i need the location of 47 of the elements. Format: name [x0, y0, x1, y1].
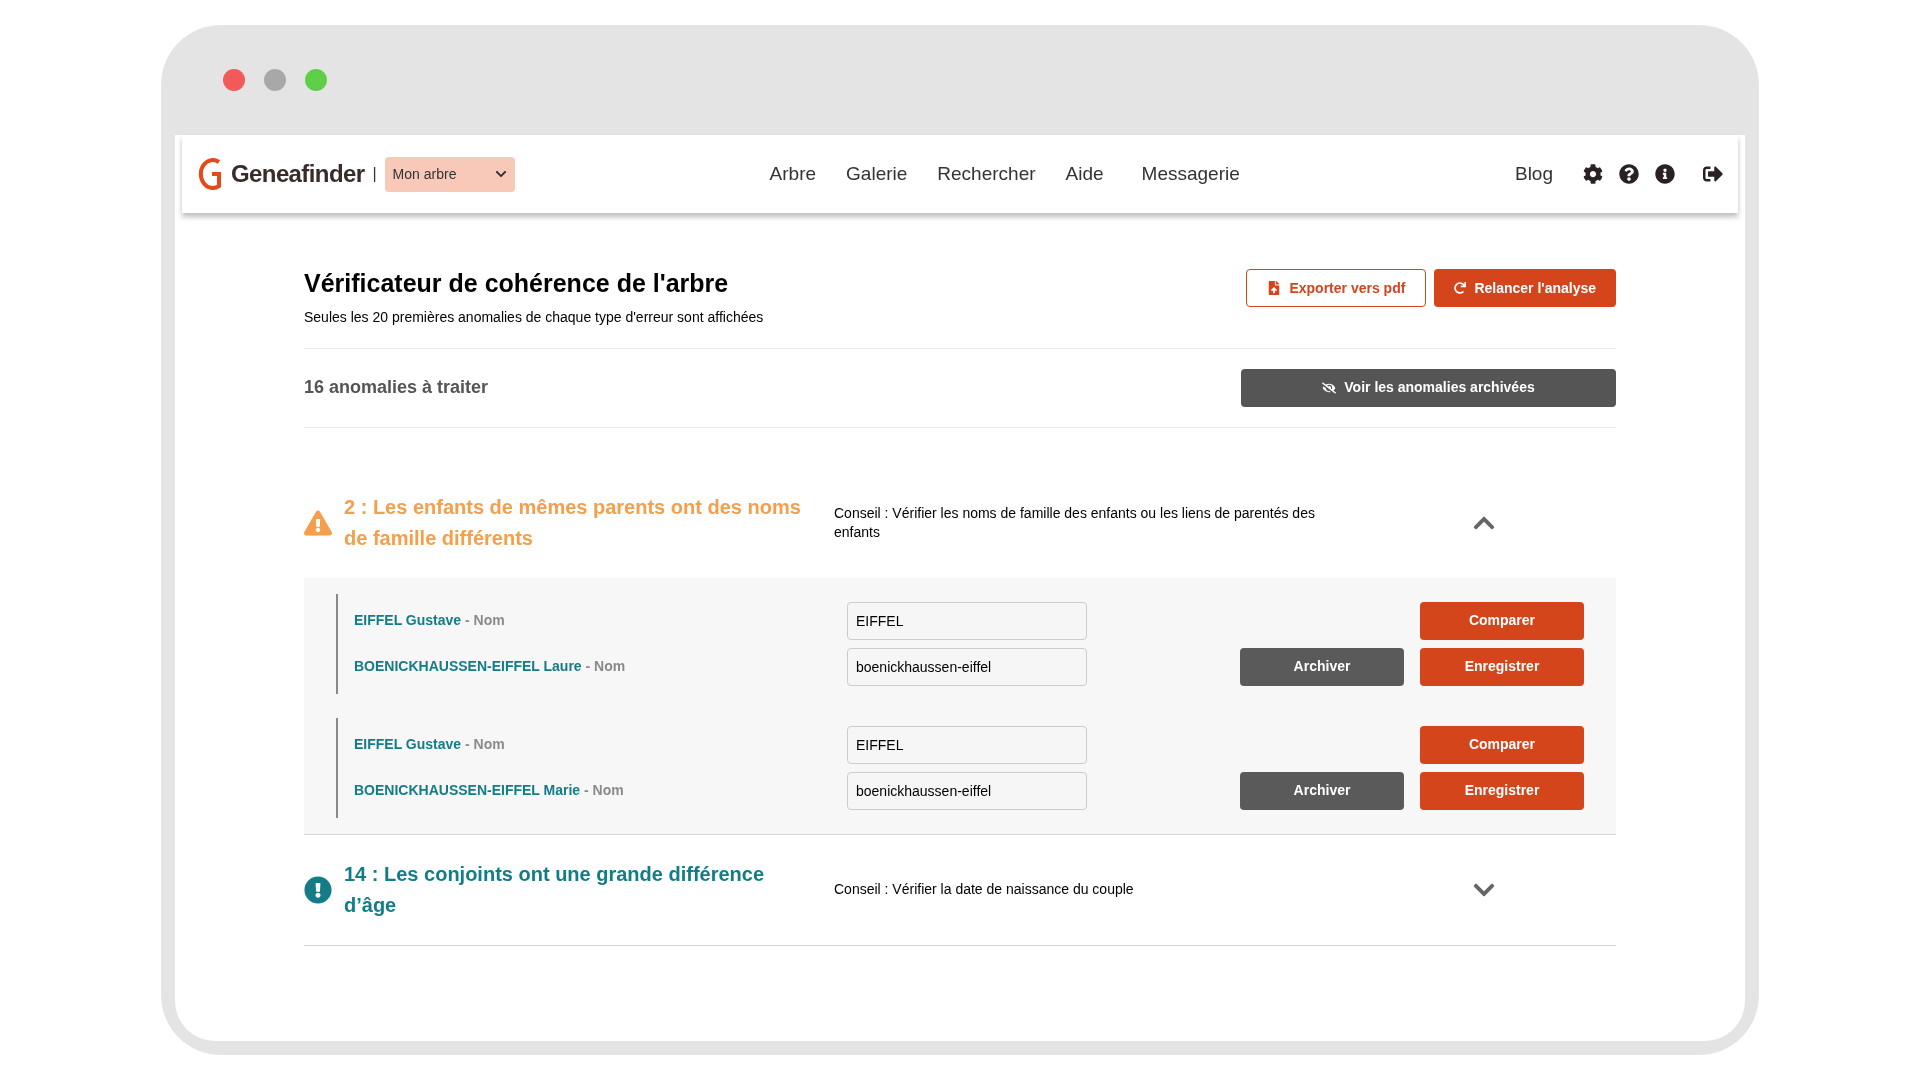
input-field[interactable]: boenickhaussen-eiffel: [847, 771, 1087, 810]
tree-select[interactable]: Mon arbre: [384, 156, 515, 192]
rerun-button[interactable]: Relancer l'analyse: [1434, 269, 1616, 307]
separator: |: [372, 164, 377, 184]
field-label: - Nom: [465, 612, 505, 628]
brand-name: Geneafinder: [231, 159, 365, 189]
page-title: Vérificateur de cohérence de l'arbre: [304, 268, 730, 299]
primary-button[interactable]: Comparer: [1420, 725, 1584, 764]
archived-button[interactable]: Voir les anomalies archivées: [1241, 368, 1616, 407]
nav-link[interactable]: Messagerie: [1141, 159, 1240, 189]
input-field[interactable]: EIFFEL: [847, 725, 1087, 764]
info-icon[interactable]: [1655, 164, 1675, 184]
logout-icon[interactable]: [1703, 164, 1723, 184]
help-icon[interactable]: [1619, 164, 1639, 184]
input-field[interactable]: EIFFEL: [847, 601, 1087, 640]
person-name[interactable]: EIFFEL Gustave: [354, 612, 462, 628]
advice-text: Conseil : Vérifier les noms de famille des enfants ou les liens de parentés des enfants: [834, 503, 1316, 542]
person-name[interactable]: BOENICKHAUSSEN-EIFFEL Marie: [354, 782, 581, 798]
export-button[interactable]: Exporter vers pdf: [1246, 269, 1427, 307]
nav-link[interactable]: Galerie: [846, 159, 908, 189]
settings-icon[interactable]: [1583, 164, 1603, 184]
anomaly-count: 16 anomalies à traiter: [304, 376, 489, 399]
primary-button[interactable]: Enregistrer: [1420, 771, 1584, 810]
field-label: - Nom: [585, 658, 626, 674]
primary-button[interactable]: Enregistrer: [1420, 647, 1584, 686]
alert-icon: [304, 875, 332, 904]
upload-icon: [1267, 281, 1282, 295]
hidden-eye-icon: [1322, 380, 1337, 395]
issue-title: 14 : Les conjoints ont une grande différence d’âge: [344, 861, 766, 918]
refresh-icon: [1454, 282, 1467, 294]
nav-link[interactable]: Arbre: [769, 159, 817, 189]
chevron-icon: [494, 168, 507, 180]
warning-icon: [304, 508, 332, 537]
field-label: - Nom: [584, 782, 624, 798]
nav-link[interactable]: Rechercher: [937, 159, 1036, 189]
advice-text: Conseil : Vérifier la date de naissance du couple: [834, 880, 1135, 899]
field-label: - Nom: [465, 736, 505, 752]
blog-link[interactable]: Blog: [1514, 159, 1553, 189]
person-name[interactable]: EIFFEL Gustave: [354, 736, 462, 752]
input-field[interactable]: boenickhaussen-eiffel: [847, 647, 1087, 686]
archive-button[interactable]: Archiver: [1240, 771, 1404, 810]
primary-button[interactable]: Comparer: [1420, 601, 1584, 640]
issue-title: 2 : Les enfants de mêmes parents ont des noms de famille différents: [344, 494, 802, 551]
page-subtitle: Seules les 20 premières anomalies de chaque type d'erreur sont affichées: [304, 307, 764, 327]
nav-link[interactable]: Aide: [1065, 159, 1104, 189]
archive-button[interactable]: Archiver: [1240, 647, 1404, 686]
person-name[interactable]: BOENICKHAUSSEN-EIFFEL Laure: [354, 658, 582, 674]
